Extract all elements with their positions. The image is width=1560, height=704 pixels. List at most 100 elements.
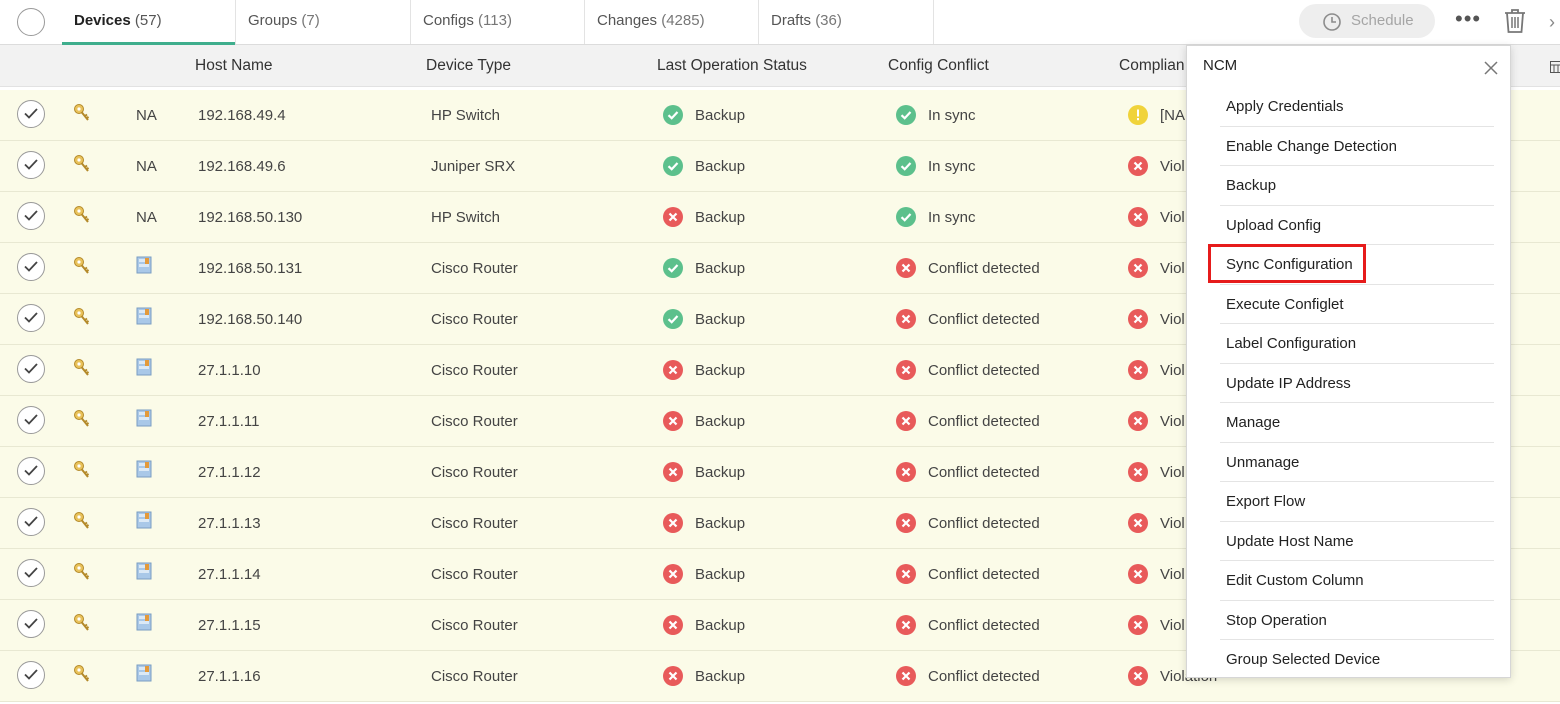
menu-item-sync-configuration[interactable]: Sync Configuration <box>1220 245 1494 285</box>
menu-item-upload-config[interactable]: Upload Config <box>1220 206 1494 245</box>
credentials-key-icon[interactable] <box>73 664 91 689</box>
tab-configs[interactable]: Configs (113) <box>411 0 585 44</box>
last-operation-label: Backup <box>695 566 746 583</box>
col-config-conflict[interactable]: Config Conflict <box>888 45 989 87</box>
menu-item-unmanage[interactable]: Unmanage <box>1220 443 1494 482</box>
last-operation-label: Backup <box>695 158 746 175</box>
host-name[interactable]: 27.1.1.11 <box>198 396 259 447</box>
credentials-key-icon[interactable] <box>73 154 91 179</box>
host-name[interactable]: 192.168.49.6 <box>198 141 286 192</box>
compliance-status: Viol <box>1128 549 1185 600</box>
row-checkbox[interactable] <box>17 610 45 638</box>
compliance-status: Viol <box>1128 396 1185 447</box>
row-checkbox[interactable] <box>17 661 45 689</box>
last-operation-status: Backup <box>663 549 745 600</box>
schedule-button[interactable]: Schedule <box>1299 4 1435 38</box>
compliance-label: [NA <box>1160 107 1186 124</box>
col-host-name[interactable]: Host Name <box>195 45 273 87</box>
column-chooser-icon[interactable] <box>1550 60 1560 78</box>
menu-item-stop-operation[interactable]: Stop Operation <box>1220 601 1494 640</box>
compliance-status: Viol <box>1128 345 1185 396</box>
compliance-label: Viol <box>1160 311 1185 328</box>
compliance-label: Viol <box>1160 566 1185 583</box>
error-circle-icon <box>896 615 916 635</box>
compliance-status: Viol <box>1128 600 1185 651</box>
tab-changes[interactable]: Changes (4285) <box>585 0 759 44</box>
compliance-status: [NA <box>1128 90 1185 141</box>
compliance-label: Viol <box>1160 260 1185 277</box>
tab-bar: Devices (57) Groups (7) Configs (113) Ch… <box>0 0 1560 45</box>
credentials-key-icon[interactable] <box>73 205 91 230</box>
menu-item-execute-configlet[interactable]: Execute Configlet <box>1220 285 1494 324</box>
credentials-key-icon[interactable] <box>73 613 91 638</box>
menu-item-apply-credentials[interactable]: Apply Credentials <box>1220 87 1494 127</box>
row-checkbox[interactable] <box>17 508 45 536</box>
router-icon <box>136 460 152 483</box>
menu-item-group-selected-device[interactable]: Group Selected Device <box>1220 640 1494 680</box>
device-type: Cisco Router <box>431 515 518 532</box>
row-checkbox[interactable] <box>17 457 45 485</box>
credentials-key-icon[interactable] <box>73 562 91 587</box>
schedule-label: Schedule <box>1351 12 1414 29</box>
tab-count: (36) <box>815 12 842 29</box>
check-circle-icon <box>896 156 916 176</box>
compliance-label: Viol <box>1160 158 1185 175</box>
host-name[interactable]: 27.1.1.15 <box>198 600 261 651</box>
col-last-operation-status[interactable]: Last Operation Status <box>657 45 807 87</box>
row-checkbox[interactable] <box>17 253 45 281</box>
host-name[interactable]: 27.1.1.10 <box>198 345 261 396</box>
row-checkbox[interactable] <box>17 406 45 434</box>
config-conflict-status: In sync <box>896 192 976 243</box>
host-name[interactable]: 27.1.1.16 <box>198 651 261 702</box>
row-checkbox[interactable] <box>17 355 45 383</box>
menu-item-enable-change-detection[interactable]: Enable Change Detection <box>1220 127 1494 166</box>
last-operation-status: Backup <box>663 141 745 192</box>
credentials-key-icon[interactable] <box>73 409 91 434</box>
host-name[interactable]: 192.168.50.130 <box>198 192 302 243</box>
row-checkbox[interactable] <box>17 100 45 128</box>
config-conflict-label: Conflict detected <box>928 617 1040 634</box>
select-all-checkbox[interactable] <box>17 8 45 36</box>
menu-item-export-flow[interactable]: Export Flow <box>1220 482 1494 522</box>
last-operation-label: Backup <box>695 668 746 685</box>
error-circle-icon <box>1128 513 1148 533</box>
host-name[interactable]: 192.168.50.140 <box>198 294 302 345</box>
row-checkbox[interactable] <box>17 202 45 230</box>
router-icon <box>136 256 152 279</box>
col-compliance[interactable]: Complian <box>1119 45 1184 87</box>
tab-devices[interactable]: Devices (57) <box>62 0 236 45</box>
credentials-key-icon[interactable] <box>73 256 91 281</box>
clock-icon <box>1323 13 1341 31</box>
col-device-type[interactable]: Device Type <box>426 45 511 87</box>
row-checkbox[interactable] <box>17 559 45 587</box>
config-conflict-status: Conflict detected <box>896 651 1040 702</box>
menu-item-update-host-name[interactable]: Update Host Name <box>1220 522 1494 561</box>
host-name[interactable]: 192.168.50.131 <box>198 243 302 294</box>
credentials-key-icon[interactable] <box>73 103 91 128</box>
trash-icon[interactable] <box>1503 8 1527 39</box>
host-name[interactable]: 192.168.49.4 <box>198 90 286 141</box>
more-options-icon[interactable]: ••• <box>1455 8 1483 30</box>
credentials-key-icon[interactable] <box>73 460 91 485</box>
row-checkbox[interactable] <box>17 151 45 179</box>
host-name[interactable]: 27.1.1.14 <box>198 549 261 600</box>
chevron-right-icon[interactable]: › <box>1549 12 1555 33</box>
check-circle-icon <box>663 105 683 125</box>
close-icon[interactable] <box>1484 61 1498 80</box>
tab-groups[interactable]: Groups (7) <box>236 0 411 44</box>
tab-drafts[interactable]: Drafts (36) <box>759 0 934 44</box>
compliance-status: Viol <box>1128 447 1185 498</box>
host-name[interactable]: 27.1.1.13 <box>198 498 261 549</box>
host-name[interactable]: 27.1.1.12 <box>198 447 261 498</box>
menu-item-label-configuration[interactable]: Label Configuration <box>1220 324 1494 364</box>
menu-item-backup[interactable]: Backup <box>1220 166 1494 206</box>
menu-item-manage[interactable]: Manage <box>1220 403 1494 443</box>
menu-item-update-ip-address[interactable]: Update IP Address <box>1220 364 1494 403</box>
row-checkbox[interactable] <box>17 304 45 332</box>
credentials-key-icon[interactable] <box>73 511 91 536</box>
device-type: Cisco Router <box>431 311 518 328</box>
last-operation-status: Backup <box>663 345 745 396</box>
menu-item-edit-custom-column[interactable]: Edit Custom Column <box>1220 561 1494 601</box>
credentials-key-icon[interactable] <box>73 358 91 383</box>
credentials-key-icon[interactable] <box>73 307 91 332</box>
